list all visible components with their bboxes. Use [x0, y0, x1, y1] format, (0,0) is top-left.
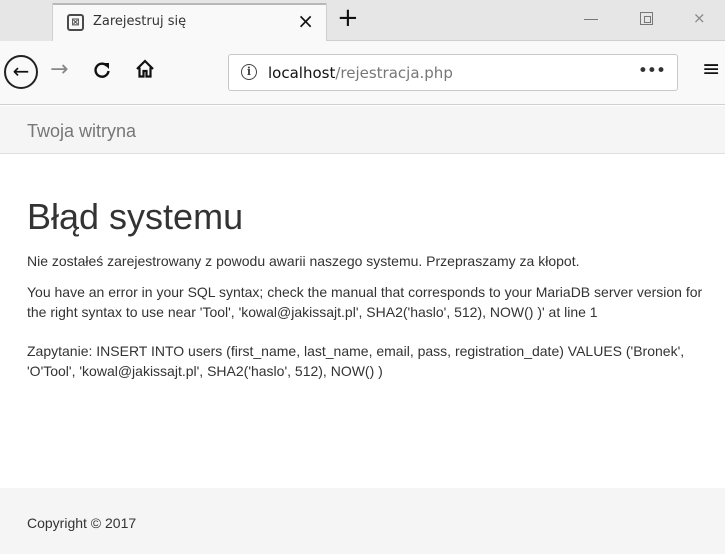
forward-arrow-icon[interactable]: →: [50, 56, 68, 84]
tab-bar: ⊠ Zarejestruj się × + ⨯: [0, 0, 725, 41]
reload-icon[interactable]: [92, 56, 112, 87]
tab-accent: [53, 3, 326, 5]
tab-title: Zarejestruj się: [93, 14, 187, 29]
close-window-icon[interactable]: ⨯: [693, 9, 706, 27]
maximize-window-icon[interactable]: [640, 12, 653, 25]
favicon-icon: ⊠: [67, 14, 84, 31]
url-text[interactable]: localhost/rejestracja.php: [268, 64, 453, 82]
main-content: Błąd systemu Nie zostałeś zarejestrowany…: [27, 194, 722, 392]
failure-message: Nie zostałeś zarejestrowany z powodu awa…: [27, 253, 580, 269]
address-bar[interactable]: i localhost/rejestracja.php •••: [228, 54, 678, 91]
copyright-text: Copyright © 2017: [27, 515, 137, 531]
site-navbar: Twoja witryna: [0, 106, 725, 154]
hamburger-menu-icon[interactable]: ≡: [702, 56, 720, 84]
tab-strip-spacer: [0, 0, 52, 41]
url-path: /rejestracja.php: [335, 64, 453, 82]
url-host: localhost: [268, 64, 336, 82]
sql-error-message: You have an error in your SQL syntax; ch…: [27, 284, 703, 320]
navigation-toolbar: ← → i localhost/rejestracja.php ••• ≡: [0, 41, 725, 105]
home-icon[interactable]: [135, 55, 155, 86]
minimize-window-icon[interactable]: [584, 19, 598, 20]
query-text: Zapytanie: INSERT INTO users (first_name…: [27, 343, 685, 379]
site-footer: Copyright © 2017: [0, 488, 725, 554]
back-arrow-icon[interactable]: ←: [4, 55, 38, 89]
new-tab-icon[interactable]: +: [337, 4, 359, 32]
browser-tab[interactable]: ⊠ Zarejestruj się ×: [52, 3, 327, 41]
tab-close-icon[interactable]: ×: [297, 10, 314, 32]
page-title: Błąd systemu: [27, 196, 244, 237]
page-actions-icon[interactable]: •••: [638, 61, 666, 81]
site-info-icon[interactable]: i: [241, 64, 257, 80]
site-brand-link[interactable]: Twoja witryna: [27, 121, 136, 142]
